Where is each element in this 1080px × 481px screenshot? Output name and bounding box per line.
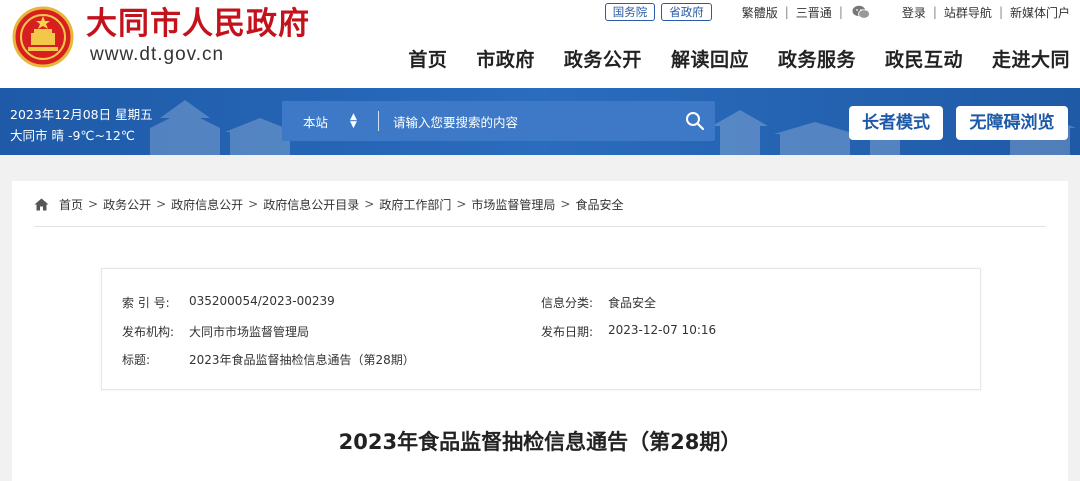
search-scope-select[interactable]: 本站 ▲ ▼ (282, 101, 378, 141)
content-card: 首页 > 政务公开 > 政府信息公开 > 政府信息公开目录 > 政府工作部门 >… (12, 181, 1068, 481)
breadcrumb-gov-affairs[interactable]: 政务公开 (103, 196, 151, 213)
national-emblem-icon[interactable] (12, 6, 74, 68)
breadcrumb-separator: > (156, 197, 167, 211)
title-value: 2023年食品监督抽检信息通告（第28期） (189, 353, 415, 367)
state-council-link[interactable]: 国务院 (604, 3, 656, 21)
breadcrumb-separator: > (560, 197, 571, 211)
divider (34, 226, 1046, 227)
publish-date-value: 2023-12-07 10:16 (608, 323, 717, 337)
breadcrumb-disclosure-catalog[interactable]: 政府信息公开目录 (263, 196, 359, 213)
nav-interpretation[interactable]: 解读回应 (671, 45, 749, 72)
main-nav: 首页 市政府 政务公开 解读回应 政务服务 政民互动 走进大同 (379, 44, 1080, 72)
title-label: 标题: (122, 353, 151, 367)
nav-city-gov[interactable]: 市政府 (476, 45, 535, 72)
publisher-label: 发布机构: (122, 325, 175, 339)
site-navigation-link[interactable]: 站群导航 (944, 4, 992, 21)
nav-about-datong[interactable]: 走进大同 (992, 45, 1070, 72)
document-meta-box: 索 引 号: 035200054/2023-00239 信息分类: 食品安全 发… (101, 268, 981, 390)
wechat-icon[interactable] (852, 5, 870, 19)
accessibility-button[interactable]: 无障碍浏览 (956, 106, 1068, 140)
new-media-portal-link[interactable]: 新媒体门户 (1010, 4, 1070, 21)
breadcrumb-market-bureau[interactable]: 市场监督管理局 (471, 196, 555, 213)
breadcrumb-separator: > (248, 197, 259, 211)
search-banner: 2023年12月08日 星期五 大同市 晴 -9℃~12℃ 本站 ▲ ▼ 请输入您… (0, 88, 1080, 155)
publisher-value: 大同市市场监督管理局 (189, 325, 310, 339)
divider (378, 111, 379, 131)
index-number-label: 索 引 号: (122, 296, 170, 310)
province-gov-link[interactable]: 省政府 (661, 3, 712, 21)
breadcrumb-home[interactable]: 首页 (59, 196, 83, 213)
search-bar: 本站 ▲ ▼ 请输入您要搜索的内容 (282, 101, 715, 141)
breadcrumb-separator: > (364, 197, 375, 211)
site-header: 大同市人民政府 www.dt.gov.cn 国务院 省政府 繁體版 | 三晋通 … (0, 0, 1080, 88)
site-domain: www.dt.gov.cn (90, 44, 225, 65)
site-title[interactable]: 大同市人民政府 (86, 6, 310, 42)
breadcrumb-info-disclosure[interactable]: 政府信息公开 (171, 196, 243, 213)
search-scope-label: 本站 (303, 114, 329, 130)
current-date: 2023年12月08日 星期五 (10, 107, 153, 122)
nav-interaction[interactable]: 政民互动 (885, 45, 963, 72)
home-icon (34, 198, 49, 210)
category-label: 信息分类: (541, 296, 594, 310)
breadcrumb-separator: > (456, 197, 467, 211)
sanjintong-link[interactable]: 三晋通 (796, 4, 832, 21)
nav-home[interactable]: 首页 (408, 45, 447, 72)
index-number-value: 035200054/2023-00239 (189, 294, 335, 308)
search-input[interactable]: 请输入您要搜索的内容 (393, 112, 675, 131)
traditional-chinese-link[interactable]: 繁體版 (742, 4, 778, 21)
login-link[interactable]: 登录 (902, 4, 926, 21)
elder-mode-button[interactable]: 长者模式 (849, 106, 943, 140)
article-title: 2023年食品监督抽检信息通告（第28期） (338, 430, 742, 454)
weather-info: 大同市 晴 -9℃~12℃ (10, 128, 135, 143)
separator: | (838, 5, 843, 19)
top-links-bar: 国务院 省政府 繁體版 | 三晋通 | 登录 | 站群导航 | 新媒体门户 (604, 3, 1070, 21)
search-icon (686, 112, 705, 131)
breadcrumb-separator: > (88, 197, 99, 211)
breadcrumb-departments[interactable]: 政府工作部门 (379, 196, 451, 213)
nav-gov-affairs[interactable]: 政务公开 (564, 45, 642, 72)
sort-arrows-icon: ▲ ▼ (350, 112, 357, 130)
breadcrumb: 首页 > 政务公开 > 政府信息公开 > 政府信息公开目录 > 政府工作部门 >… (34, 195, 623, 213)
separator: | (998, 5, 1003, 19)
separator: | (932, 5, 937, 19)
separator: | (784, 5, 789, 19)
search-button[interactable] (675, 101, 715, 141)
category-value: 食品安全 (608, 296, 657, 310)
breadcrumb-food-safety[interactable]: 食品安全 (575, 196, 623, 213)
nav-gov-services[interactable]: 政务服务 (778, 45, 856, 72)
publish-date-label: 发布日期: (541, 325, 594, 339)
